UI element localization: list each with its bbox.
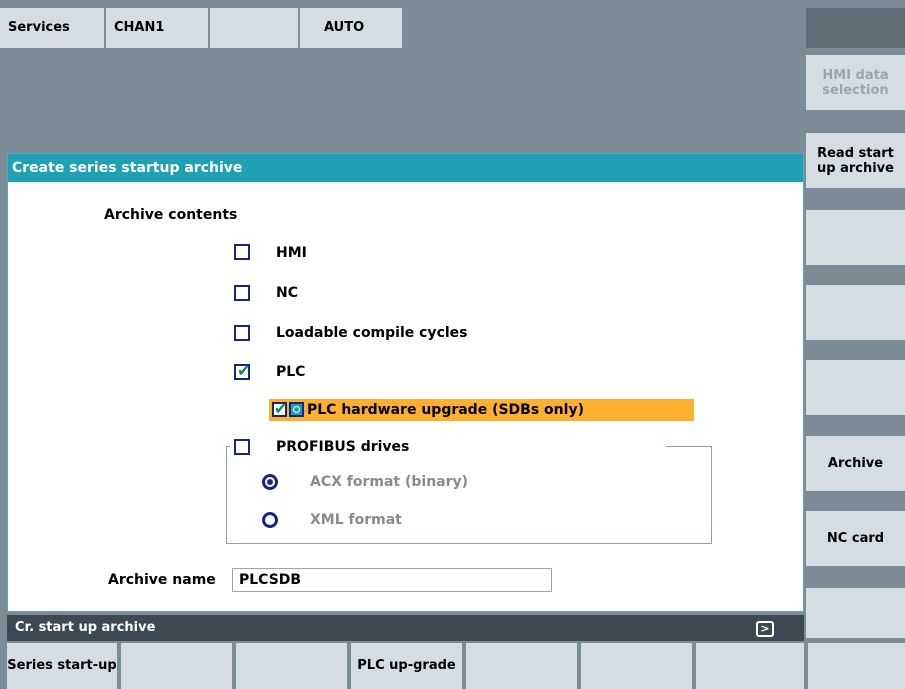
create-archive-dialog: Create series startup archive Archive co…: [7, 153, 804, 612]
chevron-right-icon[interactable]: >: [756, 621, 774, 637]
series-startup-softkey[interactable]: Series start-up: [7, 643, 117, 689]
plc-label: PLC: [276, 364, 306, 380]
archive-name-input[interactable]: PLCSDB: [232, 568, 552, 592]
bottom-softkey-6[interactable]: [581, 643, 692, 689]
bottom-softkey-3[interactable]: [236, 643, 347, 689]
bottom-softkey-7[interactable]: [696, 643, 804, 689]
mode-label: AUTO: [300, 8, 402, 48]
nc-label: NC: [276, 285, 298, 301]
profibus-checkbox[interactable]: [234, 439, 250, 455]
acx-format-label: ACX format (binary): [310, 474, 469, 490]
plc-hw-upgrade-checkbox[interactable]: ✔: [272, 399, 288, 418]
nc-card-softkey[interactable]: NC card: [806, 511, 905, 566]
xml-format-label: XML format: [310, 512, 402, 528]
dialog-title: Create series startup archive: [8, 154, 803, 182]
hmi-data-selection-softkey[interactable]: HMI data selection: [806, 55, 905, 110]
archive-contents-heading: Archive contents: [104, 207, 238, 223]
area-label: Services: [0, 8, 104, 48]
right-softkey-8[interactable]: [806, 588, 905, 638]
compile-cycles-label: Loadable compile cycles: [276, 325, 468, 341]
profibus-groupbox: [226, 446, 712, 544]
checkmark-icon: ✔: [237, 361, 251, 380]
acx-format-radio[interactable]: [262, 474, 278, 490]
plc-upgrade-softkey[interactable]: PLC up-grade: [351, 643, 462, 689]
nc-checkbox[interactable]: [234, 285, 250, 301]
header-blank: [210, 8, 298, 48]
bottom-softkey-2[interactable]: [121, 643, 232, 689]
plc-checkbox[interactable]: ✔: [234, 361, 251, 380]
archive-softkey[interactable]: Archive: [806, 436, 905, 491]
archive-name-label: Archive name: [108, 572, 216, 588]
bottom-softkey-8[interactable]: [808, 643, 905, 689]
channel-label: CHAN1: [106, 8, 208, 48]
profibus-label: PROFIBUS drives: [276, 439, 410, 455]
right-softkey-3[interactable]: [806, 210, 905, 265]
compile-cycles-checkbox[interactable]: [234, 325, 250, 341]
right-softkey-4[interactable]: [806, 285, 905, 340]
bottom-softkey-5[interactable]: [466, 643, 577, 689]
hmi-label: HMI: [276, 245, 307, 261]
checkmark-icon: ✔: [274, 399, 288, 418]
status-bar: Cr. start up archive: [7, 615, 804, 641]
hmi-checkbox[interactable]: [234, 244, 250, 260]
xml-format-radio[interactable]: [262, 512, 278, 528]
plc-hw-upgrade-label: PLC hardware upgrade (SDBs only): [307, 402, 584, 418]
read-startup-archive-softkey[interactable]: Read start up archive: [806, 133, 905, 188]
right-header-block: [806, 8, 905, 48]
status-text: Cr. start up archive: [15, 620, 156, 635]
focus-indicator-icon: [289, 402, 304, 417]
right-softkey-5[interactable]: [806, 360, 905, 415]
